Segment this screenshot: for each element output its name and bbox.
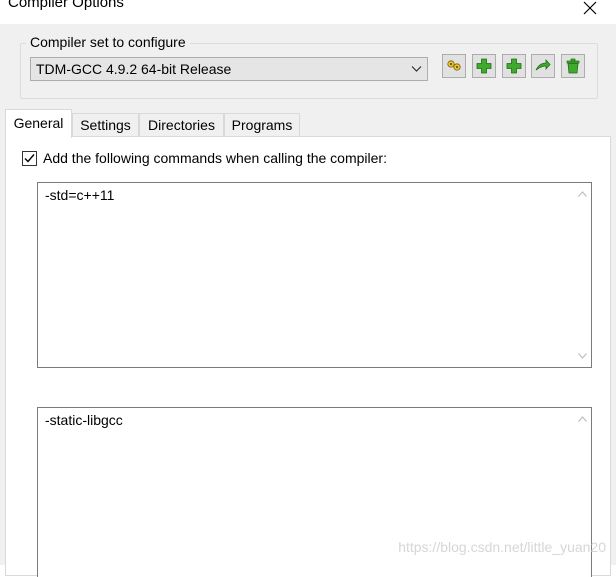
find-compilers-icon bbox=[447, 60, 461, 71]
tab-general[interactable]: General bbox=[5, 109, 72, 138]
rename-arrow-icon bbox=[535, 58, 551, 71]
compiler-set-select[interactable]: TDM-GCC 4.9.2 64-bit Release bbox=[30, 57, 428, 81]
chevron-down-icon bbox=[411, 66, 422, 72]
general-tab-panel: Add the following commands when calling … bbox=[5, 136, 611, 577]
add-icon bbox=[476, 58, 492, 74]
add-new-compiler-button[interactable] bbox=[502, 54, 526, 78]
rename-compiler-button[interactable] bbox=[531, 54, 555, 78]
tab-programs[interactable]: Programs bbox=[224, 113, 300, 137]
tab-bar: General Settings Directories Programs bbox=[5, 109, 305, 138]
compiler-commands-checkbox-label: Add the following commands when calling … bbox=[43, 150, 387, 166]
close-button[interactable] bbox=[578, 0, 602, 18]
tab-settings[interactable]: Settings bbox=[72, 113, 139, 137]
compiler-commands-checkbox[interactable] bbox=[22, 151, 37, 166]
scroll-up-icon[interactable] bbox=[578, 191, 587, 197]
scroll-down-icon[interactable] bbox=[578, 353, 587, 359]
dialog-body: Compiler set to configure TDM-GCC 4.9.2 … bbox=[0, 24, 616, 577]
add-icon bbox=[506, 58, 522, 74]
compiler-set-group: Compiler set to configure TDM-GCC 4.9.2 … bbox=[20, 34, 598, 99]
find-compilers-button[interactable] bbox=[442, 54, 466, 78]
trash-icon bbox=[566, 58, 580, 74]
compiler-commands-text: -std=c++11 bbox=[45, 187, 115, 203]
compiler-set-group-label: Compiler set to configure bbox=[26, 34, 190, 50]
checkmark-icon bbox=[24, 154, 35, 163]
delete-compiler-button[interactable] bbox=[561, 54, 585, 78]
title-bar: Compiler Options bbox=[0, 0, 616, 24]
tab-directories[interactable]: Directories bbox=[139, 113, 224, 137]
linker-commands-text: -static-libgcc bbox=[45, 412, 123, 428]
watermark-text: https://blog.csdn.net/little_yuan20 bbox=[398, 539, 606, 555]
compiler-commands-scrollbar[interactable] bbox=[574, 183, 591, 367]
scroll-up-icon[interactable] bbox=[578, 416, 587, 422]
window-title: Compiler Options bbox=[8, 0, 124, 11]
compiler-commands-textarea[interactable]: -std=c++11 bbox=[37, 182, 592, 368]
close-icon bbox=[583, 1, 597, 15]
add-blank-compiler-button[interactable] bbox=[472, 54, 496, 78]
compiler-set-selected-value: TDM-GCC 4.9.2 64-bit Release bbox=[36, 61, 232, 77]
